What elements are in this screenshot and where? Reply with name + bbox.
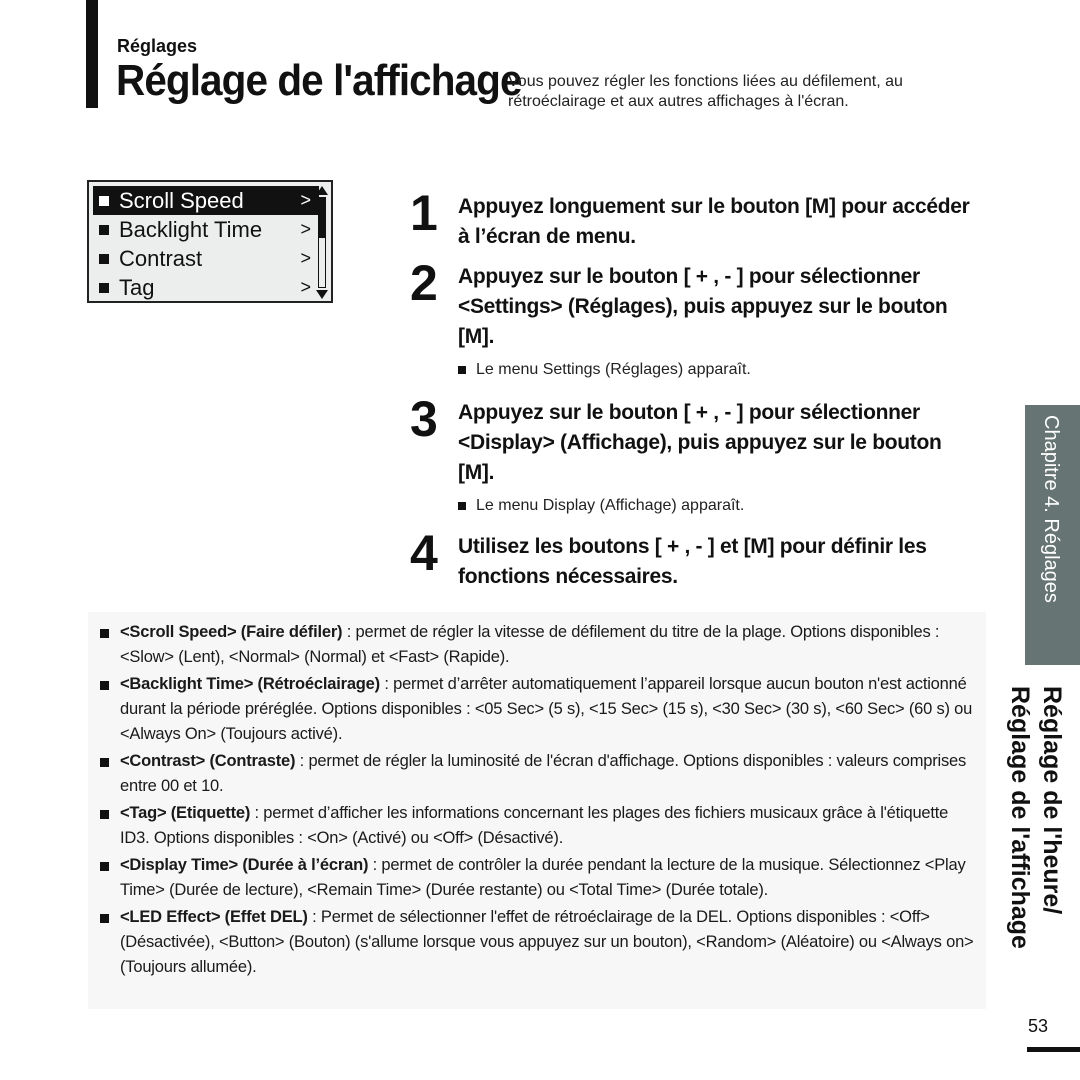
option-description: <Backlight Time> (Rétroéclairage) : perm…	[100, 672, 974, 747]
chapter-tab-label: Chapitre 4. Réglages	[1040, 415, 1062, 603]
option-description: <LED Effect> (Effet DEL) : Permet de sél…	[100, 905, 974, 980]
lcd-menu-item: Contrast >	[93, 244, 319, 273]
lcd-menu-list: Scroll Speed > Backlight Time > Contrast…	[93, 186, 319, 302]
scroll-down-arrow-icon	[316, 290, 328, 299]
lcd-menu-item: Tag >	[93, 273, 319, 302]
bullet-square-icon	[99, 282, 109, 293]
step-number: 1	[410, 185, 438, 241]
bullet-square-icon	[99, 195, 109, 206]
lcd-menu-item-label: Tag	[119, 274, 155, 300]
step-note-text: Le menu Settings (Réglages) apparaît.	[476, 361, 751, 378]
bullet-square-icon	[100, 862, 109, 871]
option-term: <Backlight Time> (Rétroéclairage)	[120, 675, 380, 693]
step-number: 3	[410, 391, 438, 447]
bullet-square-icon	[100, 629, 109, 638]
page-number: 53	[1028, 1016, 1049, 1036]
step-note: Le menu Settings (Réglages) apparaît.	[458, 360, 980, 380]
option-term: <Display Time> (Durée à l’écran)	[120, 856, 369, 874]
chevron-right-icon: >	[300, 248, 311, 268]
step-note: Le menu Display (Affichage) apparaît.	[458, 496, 980, 516]
bullet-square-icon	[458, 502, 466, 510]
side-running-title: Réglage de l'heure/ Réglage de l'afficha…	[1004, 686, 1068, 949]
scrollbar-track	[318, 197, 326, 288]
page-number-rule	[1027, 1047, 1080, 1052]
bullet-square-icon	[99, 224, 109, 235]
bullet-square-icon	[458, 366, 466, 374]
option-description: <Tag> (Etiquette) : permet d’afficher le…	[100, 801, 974, 851]
step-number: 4	[410, 525, 438, 581]
step-instruction: Appuyez sur le bouton [ + , - ] pour sél…	[458, 265, 948, 348]
bullet-square-icon	[100, 758, 109, 767]
step-3: 3 Appuyez sur le bouton [ + , - ] pour s…	[410, 394, 980, 516]
step-instruction: Appuyez longuement sur le bouton [M] pou…	[458, 195, 970, 248]
page-title: Réglage de l'affichage	[116, 56, 522, 105]
step-1: 1 Appuyez longuement sur le bouton [M] p…	[410, 188, 980, 252]
scroll-up-arrow-icon	[316, 186, 328, 195]
option-term: <LED Effect> (Effet DEL)	[120, 908, 308, 926]
option-description: <Display Time> (Durée à l’écran) : perme…	[100, 853, 974, 903]
chevron-right-icon: >	[300, 277, 311, 297]
options-description-box: <Scroll Speed> (Faire défiler) : permet …	[88, 612, 986, 1009]
intro-text: Vous pouvez régler les fonctions liées a…	[508, 73, 903, 110]
lcd-menu-item-label: Backlight Time	[119, 216, 263, 242]
bullet-square-icon	[100, 681, 109, 690]
chapter-tab: Chapitre 4. Réglages	[1025, 405, 1080, 665]
option-term: <Tag> (Etiquette)	[120, 804, 251, 822]
lcd-scrollbar	[316, 186, 328, 299]
option-description: <Contrast> (Contraste) : permet de régle…	[100, 749, 974, 799]
option-term: <Contrast> (Contraste)	[120, 752, 296, 770]
step-note-text: Le menu Display (Affichage) apparaît.	[476, 497, 745, 514]
option-term: <Scroll Speed> (Faire défiler)	[120, 623, 343, 641]
scrollbar-thumb	[319, 198, 325, 239]
lcd-menu-screen: Scroll Speed > Backlight Time > Contrast…	[87, 180, 333, 303]
chevron-right-icon: >	[300, 219, 311, 239]
step-4: 4 Utilisez les boutons [ + , - ] et [M] …	[410, 528, 980, 592]
bullet-square-icon	[100, 914, 109, 923]
section-label: Réglages	[117, 36, 198, 56]
bullet-square-icon	[99, 253, 109, 264]
step-number: 2	[410, 255, 438, 311]
lcd-menu-item-label: Scroll Speed	[119, 187, 244, 213]
chevron-right-icon: >	[300, 190, 311, 210]
side-title-line: Réglage de l'affichage	[1006, 686, 1034, 949]
lcd-menu-item: Scroll Speed >	[93, 186, 319, 215]
lcd-menu-item: Backlight Time >	[93, 215, 319, 244]
lcd-menu-item-label: Contrast	[119, 245, 203, 271]
step-instruction: Appuyez sur le bouton [ + , - ] pour sél…	[458, 401, 942, 484]
step-instruction: Utilisez les boutons [ + , - ] et [M] po…	[458, 535, 927, 588]
step-2: 2 Appuyez sur le bouton [ + , - ] pour s…	[410, 258, 980, 380]
header-accent-bar	[86, 0, 98, 108]
bullet-square-icon	[100, 810, 109, 819]
side-title-line: Réglage de l'heure/	[1038, 686, 1066, 915]
option-description: <Scroll Speed> (Faire défiler) : permet …	[100, 620, 974, 670]
